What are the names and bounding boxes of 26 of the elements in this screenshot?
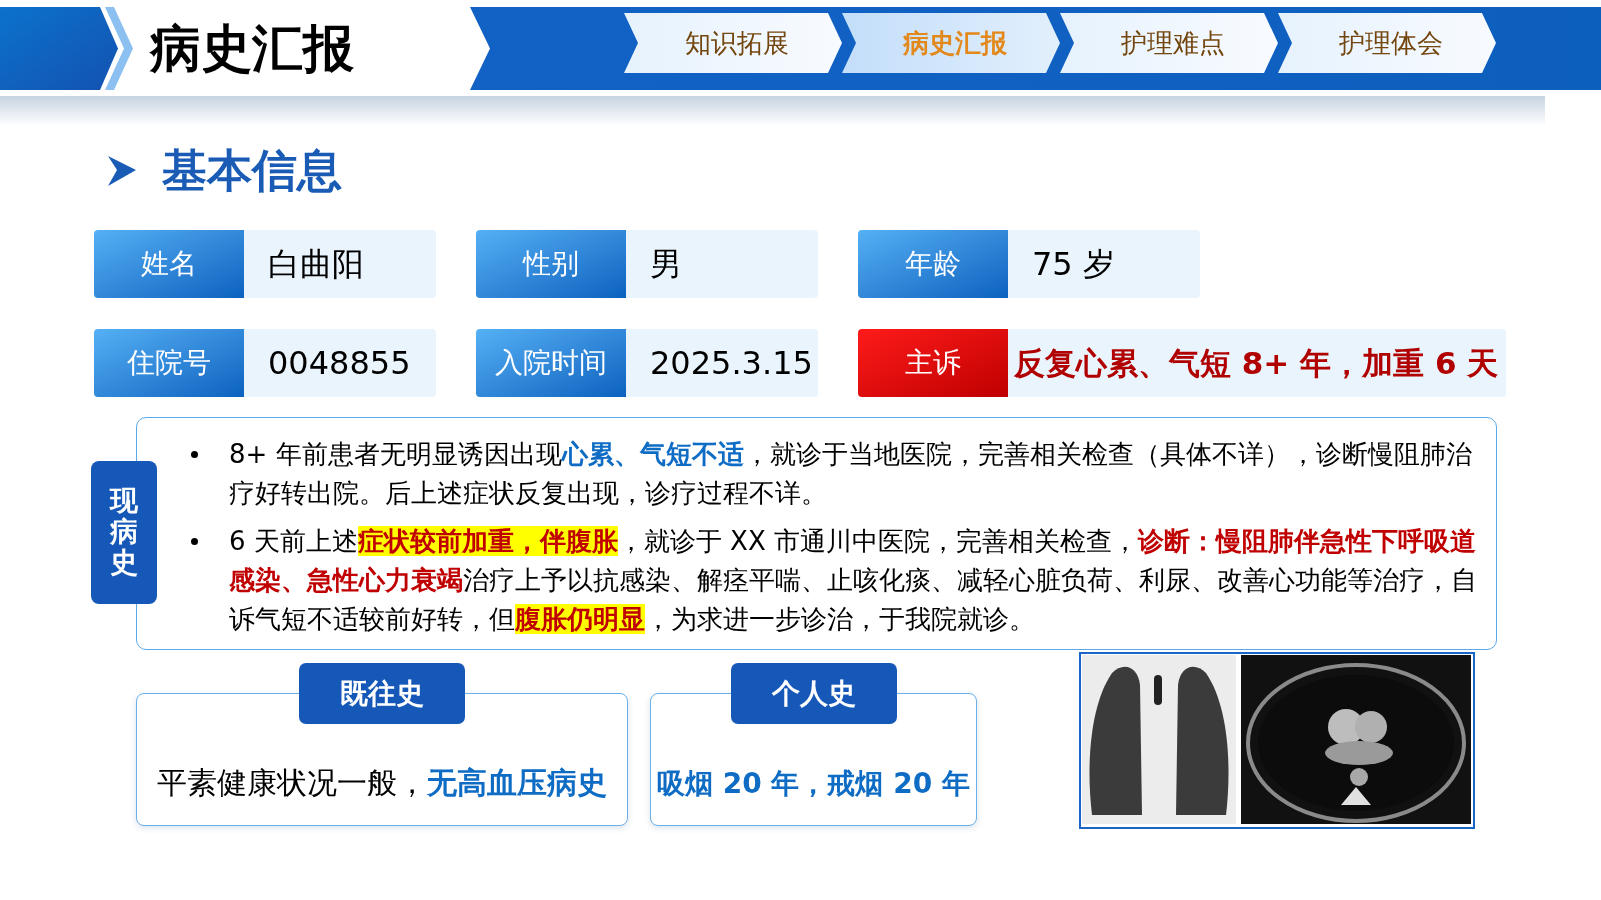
history-text: 平素健康状况一般，无高血压病史 <box>157 764 607 802</box>
bullet-text: 8+ 年前患者无明显诱因出现心累、气短不适，就诊于当地医院，完善相关检查（具体不详），诊断慢阻肺治疗好转出院。后上述症状反复出现，诊疗过程不详。 <box>229 438 1473 510</box>
section-arrow-icon <box>108 155 136 186</box>
info-label: 主诉 <box>858 329 1008 397</box>
header-title: 病史汇报 <box>150 23 354 74</box>
info-value: 反复心累、气短 8+ 年，加重 6 天 <box>1008 329 1507 397</box>
history-card-title: 既往史 <box>299 663 465 724</box>
illness-tab-label: 现病史 <box>91 461 157 604</box>
info-value: 75 岁 <box>1008 230 1200 298</box>
info-value: 2025.3.15 <box>626 329 818 397</box>
history-card-title: 个人史 <box>730 663 897 724</box>
info-label: 性别 <box>476 230 626 298</box>
nav-tab[interactable]: 护理难点 <box>1060 13 1278 73</box>
info-label: 年龄 <box>858 230 1008 298</box>
nav-tab[interactable]: 知识拓展 <box>624 13 842 73</box>
info-value: 男 <box>626 230 818 298</box>
bullet-icon <box>191 538 198 545</box>
info-value: 白曲阳 <box>244 230 436 298</box>
info-value: 0048855 <box>244 329 436 397</box>
info-label: 姓名 <box>94 230 244 298</box>
nav-tab[interactable]: 护理体会 <box>1278 13 1496 73</box>
info-label: 入院时间 <box>476 329 626 397</box>
bullet-icon <box>191 451 198 458</box>
section-title: 基本信息 <box>162 148 342 193</box>
info-label: 住院号 <box>94 329 244 397</box>
history-text: 吸烟 20 年，戒烟 20 年 <box>657 766 970 802</box>
